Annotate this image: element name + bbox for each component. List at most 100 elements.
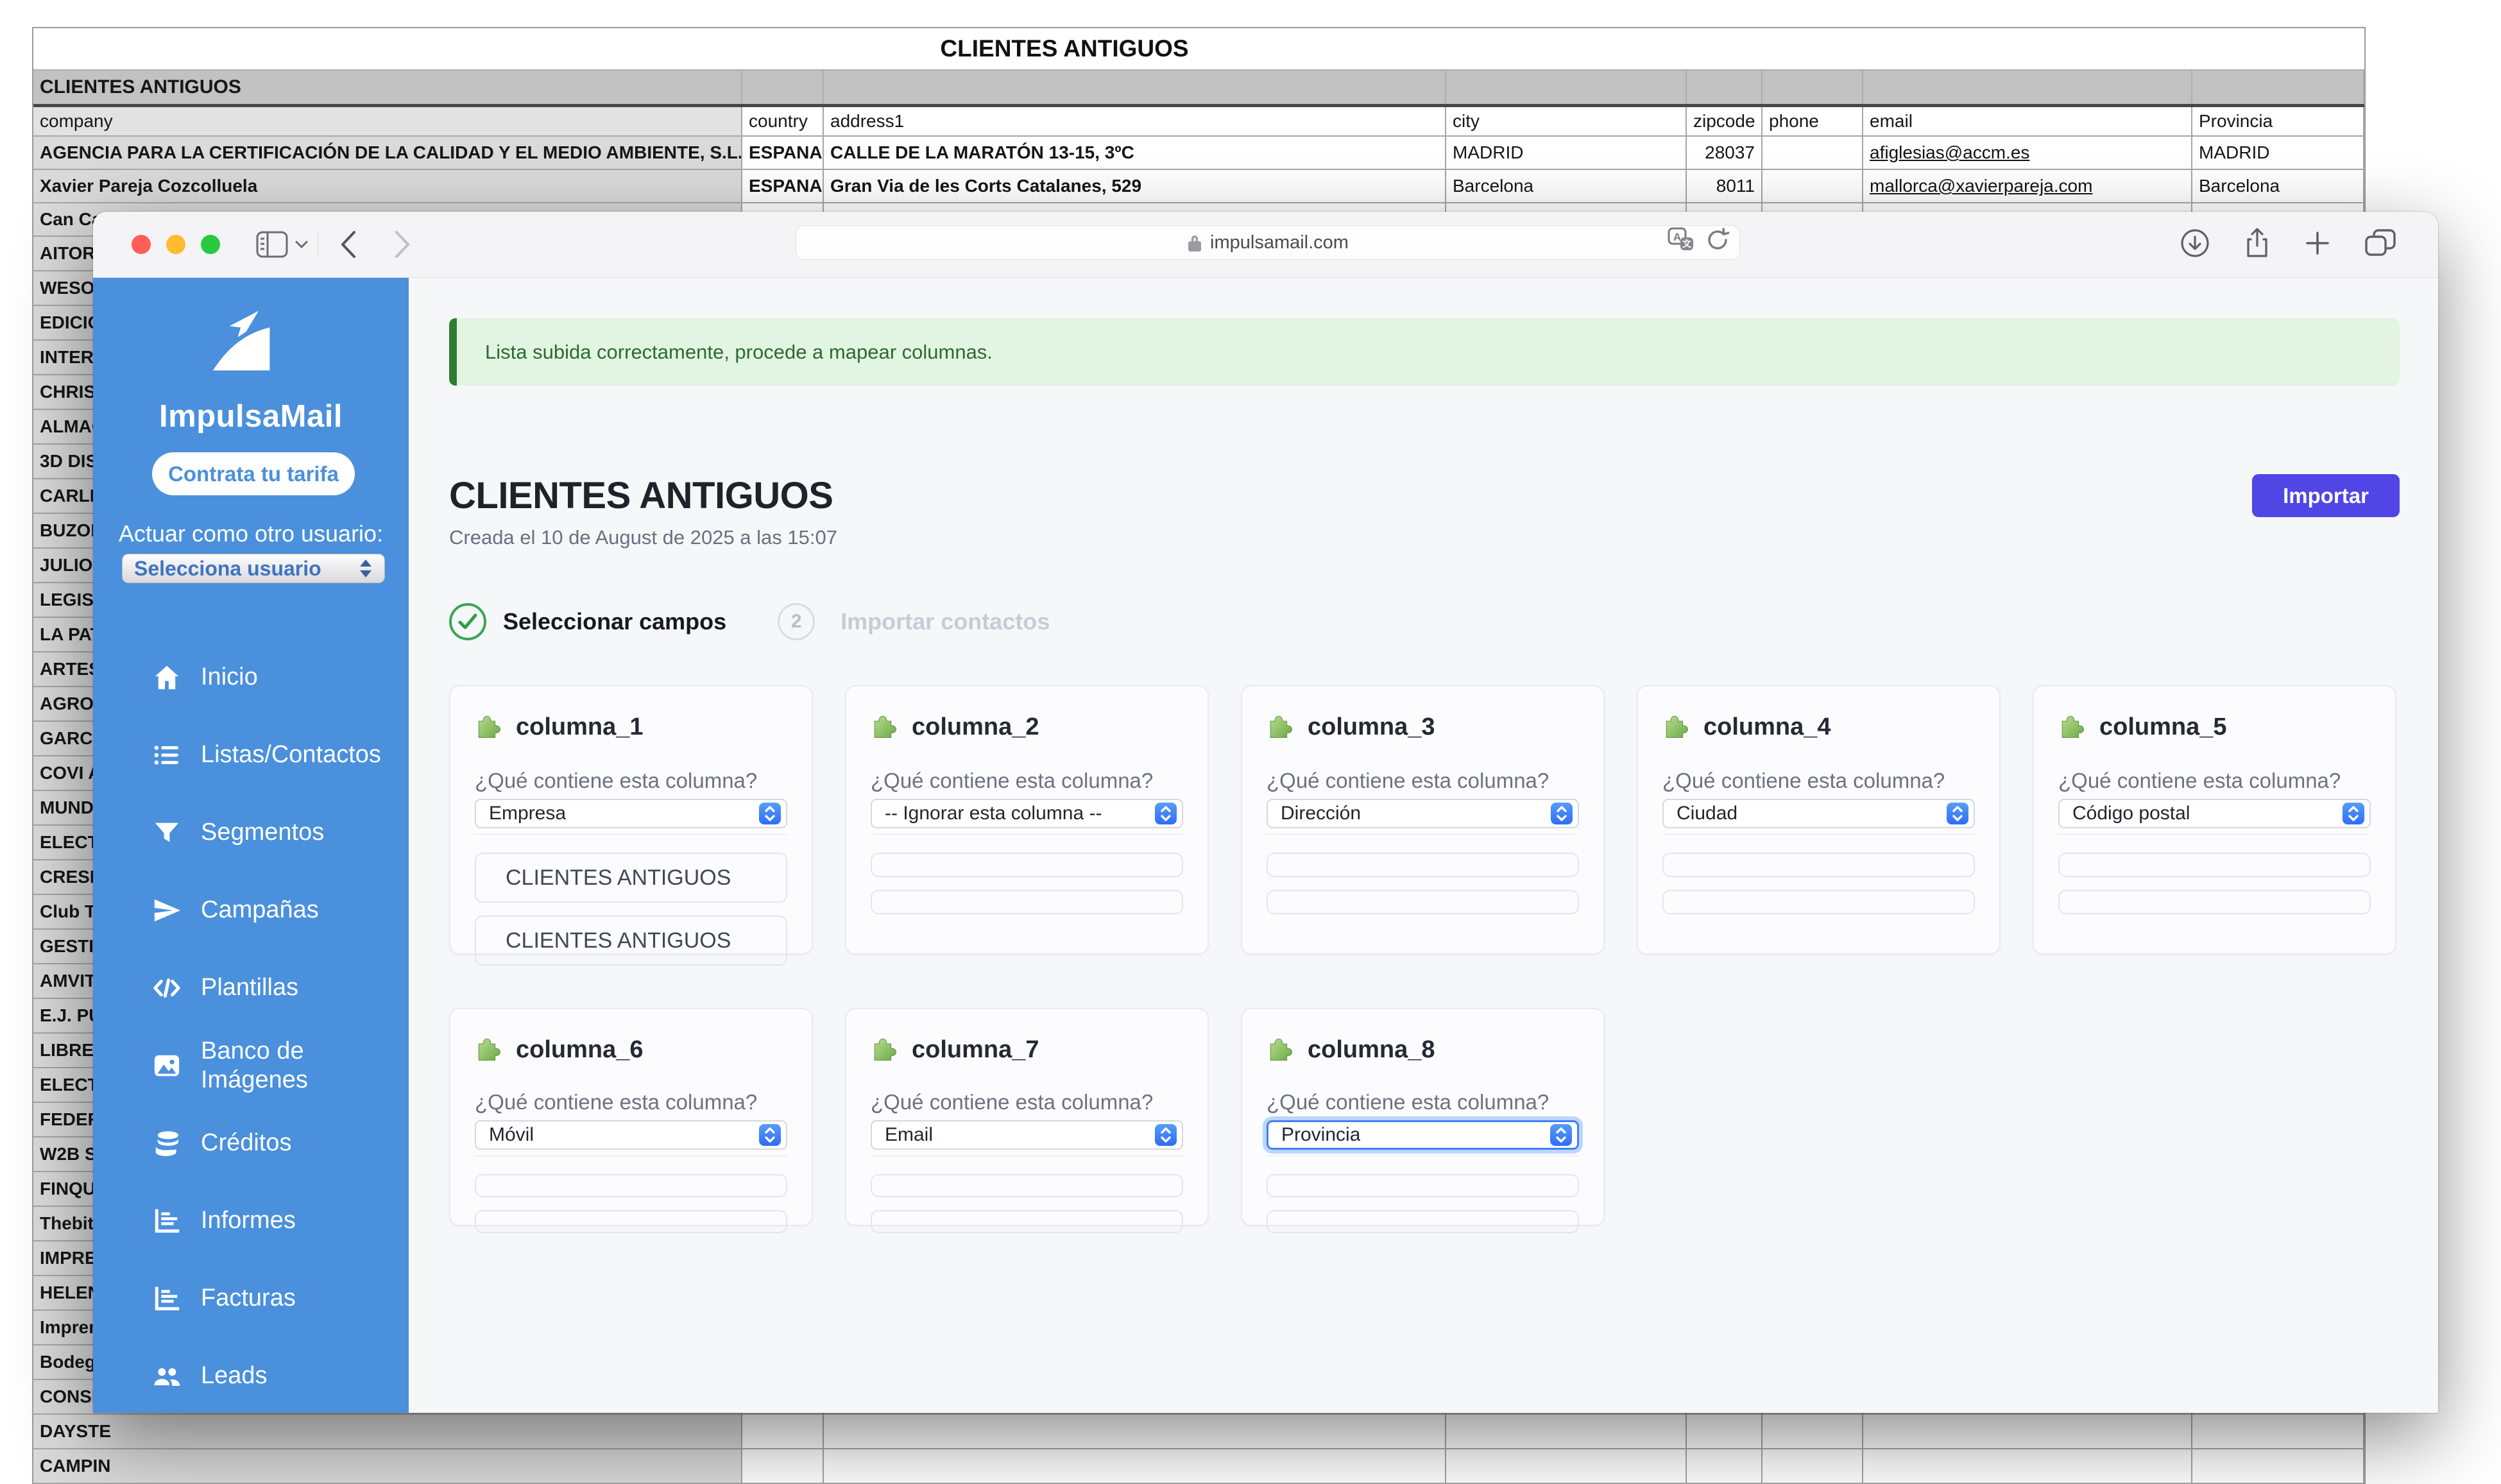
card-header: columna_1 — [475, 712, 787, 742]
created-date: Creada el 10 de August de 2025 a las 15:… — [449, 526, 837, 549]
sheet-cell — [1446, 71, 1687, 104]
svg-text:文: 文 — [1682, 239, 1692, 249]
field-select-columna_5[interactable]: Código postal — [2058, 799, 2371, 828]
column-card-columna_4: columna_4¿Qué contiene esta columna?Ciud… — [1637, 685, 2001, 955]
sidebar-item-informes[interactable]: Informes — [93, 1182, 409, 1259]
wizard-steps: Seleccionar campos2Importar contactos — [449, 603, 2400, 640]
card-header: columna_8 — [1267, 1035, 1579, 1064]
brand-name: ImpulsaMail — [93, 398, 409, 434]
sheet-cell — [2192, 1415, 2364, 1448]
field-select-columna_3[interactable]: Dirección — [1267, 799, 1579, 828]
forward-button[interactable] — [394, 230, 411, 259]
field-select-columna_8[interactable]: Provincia — [1267, 1120, 1579, 1150]
sidebar-item-banco-de-im-genes[interactable]: Banco de Imágenes — [93, 1027, 409, 1104]
minimize-window-button[interactable] — [166, 235, 185, 254]
chart-icon — [152, 1284, 182, 1313]
main-content: Lista subida correctamente, procede a ma… — [409, 278, 2438, 1413]
browser-toolbar: impulsamail.com A 文 — [93, 212, 2438, 278]
sheet-title: CLIENTES ANTIGUOS — [940, 35, 1188, 62]
sheet-cell — [1446, 1415, 1687, 1448]
svg-text:A: A — [1673, 231, 1681, 243]
field-select-columna_1[interactable]: Empresa — [475, 799, 787, 828]
list-icon — [152, 740, 182, 770]
email-link[interactable]: mallorca@xavierpareja.com — [1870, 176, 2092, 196]
field-select-columna_4[interactable]: Ciudad — [1662, 799, 1975, 828]
sidebar-item-facturas[interactable]: Facturas — [93, 1259, 409, 1337]
success-banner-text: Lista subida correctamente, procede a ma… — [485, 341, 993, 364]
sheet-band-row: CLIENTES ANTIGUOS — [33, 71, 2364, 107]
sheet-cell: MADRID — [2192, 137, 2364, 169]
column-question: ¿Qué contiene esta columna? — [1267, 769, 1579, 793]
preview-value — [475, 1174, 787, 1197]
select-stepper-icon — [1550, 1124, 1572, 1146]
select-stepper-icon — [2343, 803, 2364, 824]
sidebar-item-cr-ditos[interactable]: Créditos — [93, 1104, 409, 1182]
table-row: DAYSTE — [33, 1415, 2364, 1449]
sheet-cell — [824, 71, 1446, 104]
coins-icon — [152, 1129, 182, 1158]
sheet-title-row: CLIENTES ANTIGUOS — [33, 28, 2364, 71]
sheet-cell: CLIENTES ANTIGUOS — [33, 71, 742, 104]
preview-value — [1267, 853, 1579, 877]
column-card-columna_3: columna_3¿Qué contiene esta columna?Dire… — [1241, 685, 1605, 955]
sheet-cell — [1446, 1449, 1687, 1483]
sheet-cell: zipcode — [1687, 107, 1763, 135]
sidebar-nav: Inicio Listas/ContactosSegmentosCampañasP… — [93, 638, 409, 1413]
select-underline — [475, 834, 787, 835]
share-button[interactable] — [2244, 228, 2270, 262]
contrata-tu-tarifa-button[interactable]: Contrata tu tarifa — [152, 452, 355, 495]
email-link[interactable]: afiglesias@accm.es — [1870, 142, 2029, 163]
sheet-cell: CALLE DE LA MARATÓN 13-15, 3ºC — [824, 137, 1446, 169]
sheet-cell: DAYSTE — [33, 1415, 742, 1448]
close-window-button[interactable] — [132, 235, 151, 254]
select-stepper-icon — [759, 803, 781, 824]
tab-overview-button[interactable] — [2365, 229, 2396, 260]
column-question: ¿Qué contiene esta columna? — [2058, 769, 2371, 793]
selected-field-value: Ciudad — [1677, 803, 1737, 824]
column-previews — [871, 853, 1183, 914]
sidebar-toggle-icon[interactable] — [256, 231, 288, 258]
sheet-cell: company — [33, 107, 742, 135]
back-button[interactable] — [340, 230, 357, 259]
sidebar-item-campa-as[interactable]: Campañas — [93, 871, 409, 949]
sidebar-item-leads[interactable]: Leads — [93, 1337, 409, 1413]
importar-button[interactable]: Importar — [2252, 474, 2400, 517]
field-select-columna_2[interactable]: -- Ignorar esta columna -- — [871, 799, 1183, 828]
select-stepper-icon — [1947, 803, 1968, 824]
users-icon — [152, 1361, 182, 1391]
sheet-cell: Gran Via de les Corts Catalanes, 529 — [824, 170, 1446, 202]
zoom-window-button[interactable] — [201, 235, 220, 254]
select-user-dropdown[interactable]: Selecciona usuario — [122, 554, 385, 583]
sheet-cell — [1863, 1415, 2192, 1448]
sidebar-item-label: Créditos — [201, 1129, 292, 1157]
sheet-cell: mallorca@xavierpareja.com — [1863, 170, 2192, 202]
new-tab-button[interactable] — [2305, 230, 2330, 259]
preview-value: CLIENTES ANTIGUOS — [475, 853, 787, 903]
table-row: CAMPIN — [33, 1449, 2364, 1484]
sheet-cell — [1863, 1449, 2192, 1483]
sidebar-item-segmentos[interactable]: Segmentos — [93, 794, 409, 871]
selected-field-value: -- Ignorar esta columna -- — [885, 803, 1102, 824]
sheet-header-row: companycountryaddress1cityzipcodephoneem… — [33, 107, 2364, 137]
success-banner: Lista subida correctamente, procede a ma… — [449, 318, 2400, 386]
code-icon — [152, 973, 182, 1003]
url-text: impulsamail.com — [1210, 232, 1349, 253]
field-select-columna_6[interactable]: Móvil — [475, 1120, 787, 1150]
sidebar-item-listas-contactos[interactable]: Listas/Contactos — [93, 716, 409, 794]
reload-icon[interactable] — [1706, 228, 1729, 257]
translate-icon[interactable]: A 文 — [1668, 227, 1694, 258]
sidebar-chevron-down-icon[interactable] — [294, 240, 309, 249]
sheet-cell: 28037 — [1687, 137, 1763, 169]
sidebar-item-inicio[interactable]: Inicio — [93, 638, 409, 716]
preview-value — [871, 1210, 1183, 1233]
downloads-button[interactable] — [2180, 228, 2210, 261]
field-select-columna_7[interactable]: Email — [871, 1120, 1183, 1150]
sidebar-item-label: Inicio — [201, 663, 258, 691]
address-bar[interactable]: impulsamail.com A 文 — [796, 225, 1740, 260]
table-row: Xavier Pareja CozcolluelaESPANAGran Via … — [33, 170, 2364, 203]
sidebar-item-plantillas[interactable]: Plantillas — [93, 949, 409, 1027]
column-cards-row-1: columna_1 ¿Qué contiene esta columna? Empr… — [449, 685, 2400, 955]
sheet-cell — [2192, 71, 2364, 104]
card-header: columna_7 — [871, 1035, 1183, 1064]
sheet-cell: ESPANA — [742, 137, 824, 169]
